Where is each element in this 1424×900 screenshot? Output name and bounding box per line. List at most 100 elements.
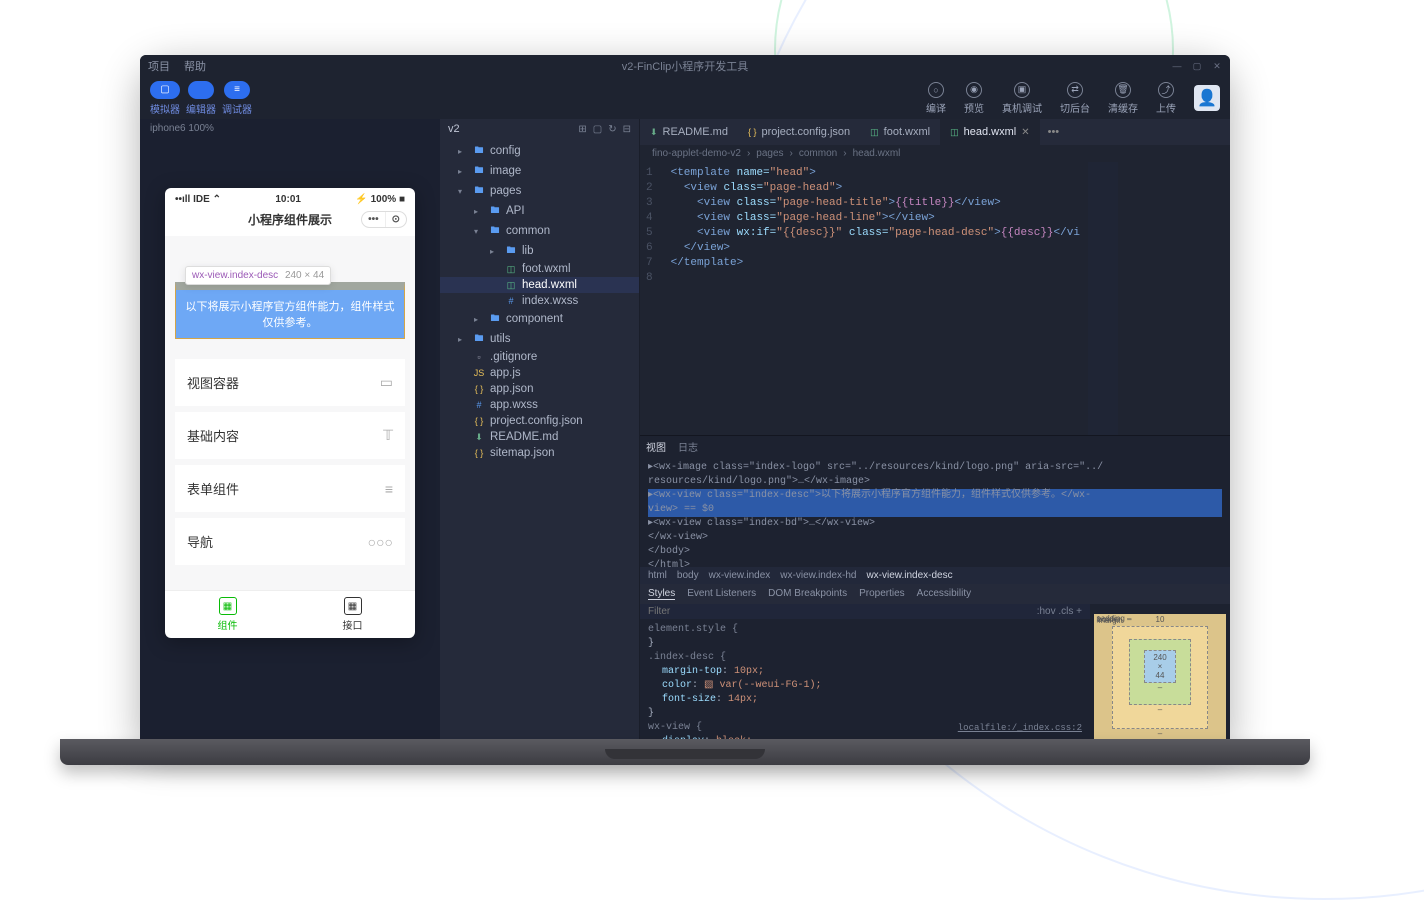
capsule-close-icon[interactable]: ⊙ — [385, 212, 406, 227]
tree-header-icon-3[interactable]: ⊟ — [623, 124, 631, 135]
menubar: 项目 帮助 v2-FinClip小程序开发工具 — ▢ ✕ — [140, 55, 1230, 77]
editor-tab[interactable]: ◫foot.wxml — [860, 119, 940, 145]
list-item-icon: ▭ — [380, 374, 393, 391]
breadcrumb-segment[interactable]: fino-applet-demo-v2 — [652, 148, 741, 159]
css-rules[interactable]: element.style {}.index-desc {</span>marg… — [640, 619, 1090, 745]
folder-item[interactable]: ▸🖿utils — [440, 329, 639, 349]
window-maximize[interactable]: ▢ — [1190, 61, 1204, 71]
devtools-tab-log[interactable]: 日志 — [678, 439, 698, 454]
user-avatar[interactable]: 👤 — [1194, 85, 1220, 111]
folder-icon: 🖿 — [472, 143, 486, 159]
elements-crumb[interactable]: html — [648, 570, 667, 581]
tabs-more[interactable]: ••• — [1040, 126, 1068, 138]
window-close[interactable]: ✕ — [1210, 61, 1224, 71]
file-item[interactable]: { }sitemap.json — [440, 445, 639, 461]
file-item[interactable]: ⬇README.md — [440, 429, 639, 445]
toolbar-pill-1[interactable] — [188, 81, 214, 99]
editor-tab[interactable]: ⬇README.md — [640, 119, 738, 145]
phone-list-item[interactable]: 基础内容𝕋 — [175, 412, 405, 459]
devtools-subtab[interactable]: Accessibility — [917, 588, 971, 600]
elements-crumb[interactable]: wx-view.index-desc — [866, 570, 952, 581]
folder-item[interactable]: ▸🖿config — [440, 141, 639, 161]
phone-list-item[interactable]: 视图容器▭ — [175, 359, 405, 406]
capsule-button[interactable]: ••• ⊙ — [361, 211, 407, 228]
tree-header-icon-2[interactable]: ↻ — [608, 124, 616, 135]
file-item[interactable]: ▫.gitignore — [440, 349, 639, 365]
folder-icon: 🖿 — [488, 311, 502, 327]
toolbar-action-1[interactable]: ◉预览 — [964, 82, 984, 115]
file-item[interactable]: #app.wxss — [440, 397, 639, 413]
toolbar-action-3[interactable]: ⇄切后台 — [1060, 82, 1090, 115]
menu-help[interactable]: 帮助 — [184, 58, 206, 74]
folder-item[interactable]: ▸🖿API — [440, 201, 639, 221]
code-content[interactable]: <template name="head"> <view class="page… — [663, 162, 1088, 435]
window-minimize[interactable]: — — [1170, 61, 1184, 71]
tree-header-icon-1[interactable]: ▢ — [593, 124, 602, 135]
toolbar-pill-2[interactable]: ≡ — [224, 81, 250, 99]
devtools-tab-view[interactable]: 视图 — [646, 439, 666, 454]
folder-item[interactable]: ▸🖿component — [440, 309, 639, 329]
file-icon: { } — [472, 384, 486, 394]
elements-crumb[interactable]: body — [677, 570, 699, 581]
folder-icon: 🖿 — [504, 243, 518, 259]
phone-list-item[interactable]: 导航○○○ — [175, 518, 405, 565]
folder-item[interactable]: ▾🖿common — [440, 221, 639, 241]
file-item[interactable]: { }project.config.json — [440, 413, 639, 429]
file-icon: JS — [472, 368, 486, 378]
window-title: v2-FinClip小程序开发工具 — [622, 58, 749, 74]
file-icon: # — [472, 400, 486, 410]
menu-project[interactable]: 项目 — [148, 58, 170, 74]
status-time: 10:01 — [275, 194, 301, 205]
devtools-subtab[interactable]: Styles — [648, 588, 675, 600]
devtools-subtab[interactable]: DOM Breakpoints — [768, 588, 847, 600]
status-signal: ••ıll IDE ⌃ — [175, 194, 221, 205]
toolbar-action-0[interactable]: ○编译 — [926, 82, 946, 115]
file-icon: { } — [472, 416, 486, 426]
phone-preview[interactable]: ••ıll IDE ⌃ 10:01 ⚡ 100% ■ 小程序组件展示 ••• ⊙ — [165, 188, 415, 638]
file-item[interactable]: JSapp.js — [440, 365, 639, 381]
file-item[interactable]: ◫foot.wxml — [440, 261, 639, 277]
toolbar-action-4[interactable]: 🗑清缓存 — [1108, 82, 1138, 115]
capsule-more-icon[interactable]: ••• — [362, 212, 385, 227]
close-icon[interactable]: ✕ — [1021, 127, 1029, 138]
folder-item[interactable]: ▸🖿lib — [440, 241, 639, 261]
elements-crumb[interactable]: wx-view.index — [709, 570, 771, 581]
devtools-subtab[interactable]: Properties — [859, 588, 905, 600]
phone-status-bar: ••ıll IDE ⌃ 10:01 ⚡ 100% ■ — [165, 188, 415, 207]
toolbar-pill-label: 调试器 — [222, 101, 252, 116]
file-icon: ◫ — [504, 280, 518, 291]
elements-tree[interactable]: ▸<wx-image class="index-logo" src="../re… — [640, 457, 1230, 567]
file-item[interactable]: #index.wxss — [440, 293, 639, 309]
highlighted-element[interactable]: 以下将展示小程序官方组件能力，组件样式仅供参考。 — [175, 282, 405, 339]
ide-window: 项目 帮助 v2-FinClip小程序开发工具 — ▢ ✕ ▢模拟器编辑器≡调试… — [140, 55, 1230, 745]
elements-crumb[interactable]: wx-view.index-hd — [780, 570, 856, 581]
app-title: 小程序组件展示 — [248, 211, 332, 228]
toolbar-action-5[interactable]: ⤴上传 — [1156, 82, 1176, 115]
minimap[interactable] — [1088, 162, 1118, 435]
devtools-subtab[interactable]: Event Listeners — [687, 588, 756, 600]
toolbar-pill-0[interactable]: ▢ — [150, 81, 179, 99]
folder-item[interactable]: ▾🖿pages — [440, 181, 639, 201]
breadcrumb-segment[interactable]: head.wxml — [853, 148, 901, 159]
folder-item[interactable]: ▸🖿image — [440, 161, 639, 181]
file-item[interactable]: ◫head.wxml — [440, 277, 639, 293]
box-model-content: 240 × 44 — [1144, 650, 1175, 683]
phone-list-item[interactable]: 表单组件≡ — [175, 465, 405, 512]
editor-tab[interactable]: { }project.config.json — [738, 119, 860, 145]
breadcrumb-segment[interactable]: pages — [756, 148, 783, 159]
tooltip-selector: wx-view.index-desc — [192, 270, 278, 281]
project-root[interactable]: v2 — [448, 123, 460, 135]
breadcrumb: fino-applet-demo-v2›pages›common›head.wx… — [640, 145, 1230, 162]
list-item-icon: ○○○ — [368, 534, 393, 550]
styles-filter-input[interactable] — [648, 606, 728, 617]
toolbar-action-2[interactable]: ▣真机调试 — [1002, 82, 1042, 115]
editor-tab[interactable]: ◫head.wxml✕ — [940, 119, 1039, 145]
phone-tab[interactable]: ▦接口 — [290, 591, 415, 638]
styles-filter-controls[interactable]: :hov .cls + — [1037, 606, 1082, 617]
laptop-notch — [605, 749, 765, 759]
tree-header-icon-0[interactable]: ⊞ — [578, 124, 586, 135]
breadcrumb-segment[interactable]: common — [799, 148, 837, 159]
phone-tab[interactable]: ▦组件 — [165, 591, 290, 638]
tab-icon: ▦ — [344, 597, 362, 615]
file-item[interactable]: { }app.json — [440, 381, 639, 397]
